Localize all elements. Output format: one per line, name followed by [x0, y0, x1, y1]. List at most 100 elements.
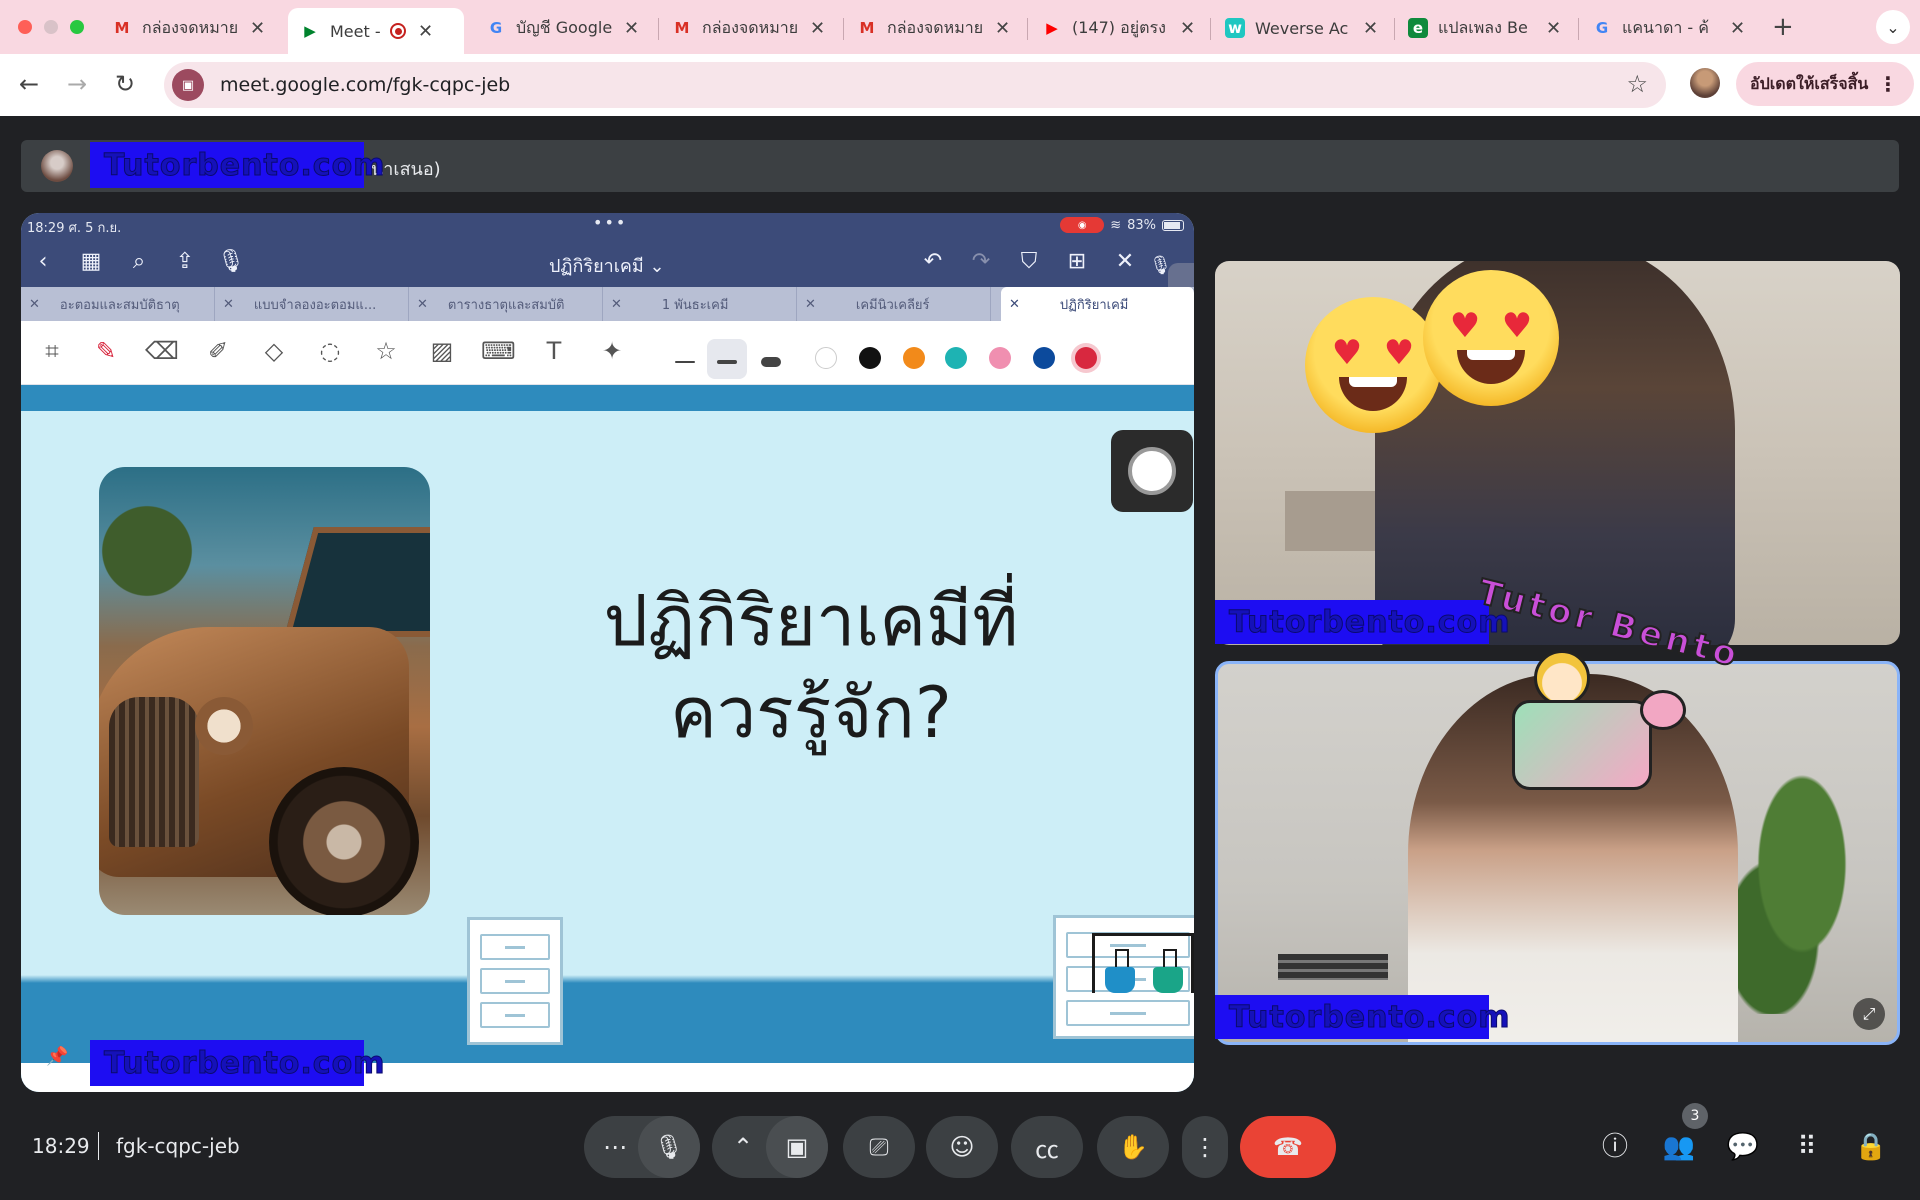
- grid-icon[interactable]: ▦: [77, 249, 105, 274]
- image-icon[interactable]: ▨: [425, 337, 459, 371]
- close-icon[interactable]: ✕: [29, 297, 40, 312]
- shared-screen[interactable]: 18:29 ศ. 5 ก.ย. ••• ◉ ≋ 83% ‹ ▦ ⌕ ⇪ 🎙 ปฏ…: [21, 213, 1194, 1092]
- doc-tab[interactable]: ✕ ตารางธาตุและสมบัติ: [409, 287, 603, 321]
- window-close-button[interactable]: [18, 20, 32, 34]
- back-chevron-icon[interactable]: ‹: [29, 249, 57, 274]
- color-swatch-pink[interactable]: [989, 347, 1011, 369]
- laser-pointer-icon[interactable]: ✦: [595, 337, 629, 371]
- doc-tab[interactable]: ✕ แบบจำลองอะตอมแ...: [215, 287, 409, 321]
- color-swatch-white[interactable]: [815, 347, 837, 369]
- close-icon[interactable]: ✕: [417, 297, 428, 312]
- doc-tab[interactable]: ✕ อะตอมและสมบัติธาตุ: [21, 287, 215, 321]
- color-swatch-navy[interactable]: [1033, 347, 1055, 369]
- meeting-info-icon[interactable]: ⓘ: [1598, 1130, 1632, 1164]
- address-bar[interactable]: ▣ meet.google.com/fgk-cqpc-jeb ☆: [164, 62, 1666, 108]
- window-minimize-button[interactable]: [44, 20, 58, 34]
- color-swatch-teal[interactable]: [945, 347, 967, 369]
- undo-icon[interactable]: ↶: [919, 249, 947, 274]
- color-swatch-red-selected[interactable]: [1075, 347, 1097, 369]
- url-text[interactable]: meet.google.com/fgk-cqpc-jeb: [220, 74, 510, 96]
- heart-eyes-emoji-icon: ♥ ♥: [1305, 297, 1441, 433]
- close-tab-icon[interactable]: ✕: [1546, 18, 1561, 39]
- pen-icon[interactable]: ✎: [89, 337, 123, 371]
- leave-call-button[interactable]: ☎: [1240, 1116, 1336, 1178]
- present-screen-button[interactable]: ⎚: [843, 1116, 915, 1178]
- close-icon[interactable]: ✕: [1111, 249, 1139, 274]
- close-icon[interactable]: ✕: [1009, 297, 1020, 312]
- expand-icon[interactable]: ⤢: [1853, 998, 1885, 1030]
- close-tab-icon[interactable]: ✕: [250, 18, 265, 39]
- flask-illustration: [1105, 949, 1135, 993]
- browser-tab-weverse[interactable]: w Weverse Ac ✕: [1213, 8, 1390, 48]
- close-tab-icon[interactable]: ✕: [418, 21, 433, 42]
- doc-tab-active[interactable]: ✕ ปฏิกิริยาเคมี: [1001, 287, 1194, 321]
- add-page-icon[interactable]: ⊞: [1063, 249, 1091, 274]
- search-icon[interactable]: ⌕: [125, 249, 153, 274]
- text-box-icon[interactable]: T: [537, 337, 571, 371]
- close-icon[interactable]: ✕: [805, 297, 816, 312]
- bookmark-star-icon[interactable]: ☆: [1626, 70, 1648, 98]
- close-tab-icon[interactable]: ✕: [1363, 18, 1378, 39]
- raise-hand-button[interactable]: ✋: [1097, 1116, 1169, 1178]
- people-icon[interactable]: 👥: [1662, 1130, 1696, 1164]
- color-swatch-orange[interactable]: [903, 347, 925, 369]
- browser-tab-meet[interactable]: ▶ Meet - fgk-cqpc-jeb ✕: [288, 8, 464, 54]
- forward-button[interactable]: →: [62, 70, 92, 98]
- browser-tab-gmail-3[interactable]: M กล่องจดหมาย ✕: [845, 8, 1022, 48]
- doc-tab[interactable]: ✕ เคมีนิวเคลียร์: [797, 287, 991, 321]
- new-tab-button[interactable]: +: [1772, 12, 1794, 42]
- color-swatch-black[interactable]: [859, 347, 881, 369]
- participant-video-1[interactable]: [1215, 261, 1900, 645]
- lasso-select-icon[interactable]: ⌗: [35, 337, 69, 371]
- stroke-medium-option[interactable]: [717, 360, 737, 364]
- redo-icon[interactable]: ↷: [967, 249, 995, 274]
- stroke-thin-option[interactable]: [675, 361, 695, 363]
- profile-avatar[interactable]: [1690, 68, 1720, 98]
- doc-tab[interactable]: ✕ 1 พันธะเคมี: [603, 287, 797, 321]
- close-tab-icon[interactable]: ✕: [995, 18, 1010, 39]
- activities-icon[interactable]: ⠿: [1790, 1130, 1824, 1164]
- close-tab-icon[interactable]: ✕: [810, 18, 825, 39]
- battery-icon: [1162, 219, 1184, 231]
- back-button[interactable]: ←: [14, 70, 44, 98]
- assistive-touch-button[interactable]: [1111, 430, 1193, 512]
- video-options-button[interactable]: ⌃: [712, 1116, 774, 1178]
- reactions-button[interactable]: ☺: [926, 1116, 998, 1178]
- microphone-button[interactable]: 🎙: [638, 1116, 700, 1178]
- slide-canvas[interactable]: ปฏิกิริยาเคมีที่ ควรรู้จัก?: [21, 385, 1194, 1092]
- lasso-icon[interactable]: ◌: [313, 337, 347, 371]
- chat-icon[interactable]: 💬: [1726, 1130, 1760, 1164]
- document-title[interactable]: ปฏิกิริยาเคมี ⌄: [549, 251, 665, 280]
- microphone-icon[interactable]: 🎙: [217, 249, 245, 274]
- share-icon[interactable]: ⇪: [171, 249, 199, 274]
- browser-tab-youtube[interactable]: ▶ (147) อยู่ตรง ✕: [1030, 8, 1207, 48]
- captions-button[interactable]: ㏄: [1011, 1116, 1083, 1178]
- audio-options-button[interactable]: ⋯: [584, 1116, 646, 1178]
- camera-button[interactable]: ▣: [766, 1116, 828, 1178]
- close-tab-icon[interactable]: ✕: [624, 18, 639, 39]
- close-tab-icon[interactable]: ✕: [1180, 18, 1195, 39]
- keyboard-icon[interactable]: ⌨: [481, 337, 516, 371]
- browser-tab-gmail-1[interactable]: M กล่องจดหมาย ✕: [100, 8, 277, 48]
- bookmark-icon[interactable]: ⛉: [1015, 249, 1043, 274]
- close-icon[interactable]: ✕: [611, 297, 622, 312]
- sticker-icon[interactable]: ☆: [369, 337, 403, 371]
- close-tab-icon[interactable]: ✕: [1730, 18, 1745, 39]
- host-controls-icon[interactable]: 🔒: [1854, 1130, 1888, 1164]
- browser-tab-google-account[interactable]: G บัญชี Google ✕: [474, 8, 651, 48]
- browser-tab-canada[interactable]: G แคนาดา - ค้ ✕: [1580, 8, 1757, 48]
- browser-tab-gmail-2[interactable]: M กล่องจดหมาย ✕: [660, 8, 837, 48]
- stroke-thick-option[interactable]: [761, 357, 781, 367]
- update-button[interactable]: อัปเดตให้เสร็จสิ้น ⋮: [1736, 62, 1914, 106]
- close-icon[interactable]: ✕: [223, 297, 234, 312]
- highlighter-icon[interactable]: ✐: [201, 337, 235, 371]
- site-info-icon[interactable]: ▣: [172, 69, 204, 101]
- browser-tab-song-translation[interactable]: e แปลเพลง Be ✕: [1396, 8, 1573, 48]
- more-options-button[interactable]: ⋮: [1182, 1116, 1228, 1178]
- eraser-icon[interactable]: ⌫: [145, 337, 179, 371]
- shapes-icon[interactable]: ◇: [257, 337, 291, 371]
- pin-icon[interactable]: 📌: [46, 1046, 68, 1067]
- tab-search-button[interactable]: ⌄: [1876, 10, 1910, 44]
- window-maximize-button[interactable]: [70, 20, 84, 34]
- reload-button[interactable]: ↻: [110, 70, 140, 98]
